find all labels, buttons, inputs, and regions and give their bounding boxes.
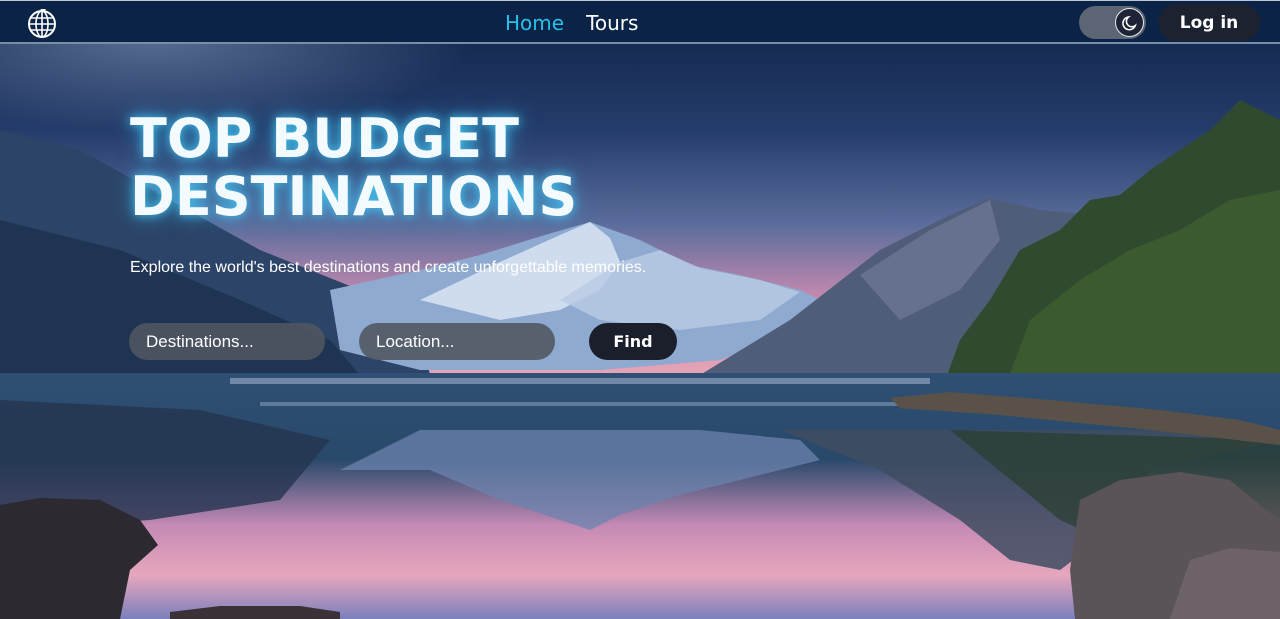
find-button[interactable]: Find (589, 323, 677, 360)
nav-link-home[interactable]: Home (505, 11, 564, 35)
hero-background-landscape (0, 0, 1280, 619)
hero-title-line-2: DESTINATIONS (130, 165, 578, 228)
moon-icon (1121, 15, 1137, 30)
nav-link-tours[interactable]: Tours (586, 11, 638, 35)
login-button[interactable]: Log in (1158, 4, 1260, 41)
hero-title: TOP BUDGET DESTINATIONS (130, 110, 577, 226)
globe-icon[interactable] (26, 7, 58, 39)
hero-title-line-1: TOP BUDGET (130, 107, 519, 170)
navbar: Home Tours Log in (0, 0, 1280, 44)
hero-subtitle: Explore the world's best destinations an… (130, 259, 647, 276)
theme-toggle[interactable] (1079, 6, 1146, 39)
destination-input[interactable] (129, 323, 325, 360)
nav-links: Home Tours (505, 11, 638, 35)
location-input[interactable] (359, 323, 555, 360)
toggle-knob (1115, 8, 1144, 37)
